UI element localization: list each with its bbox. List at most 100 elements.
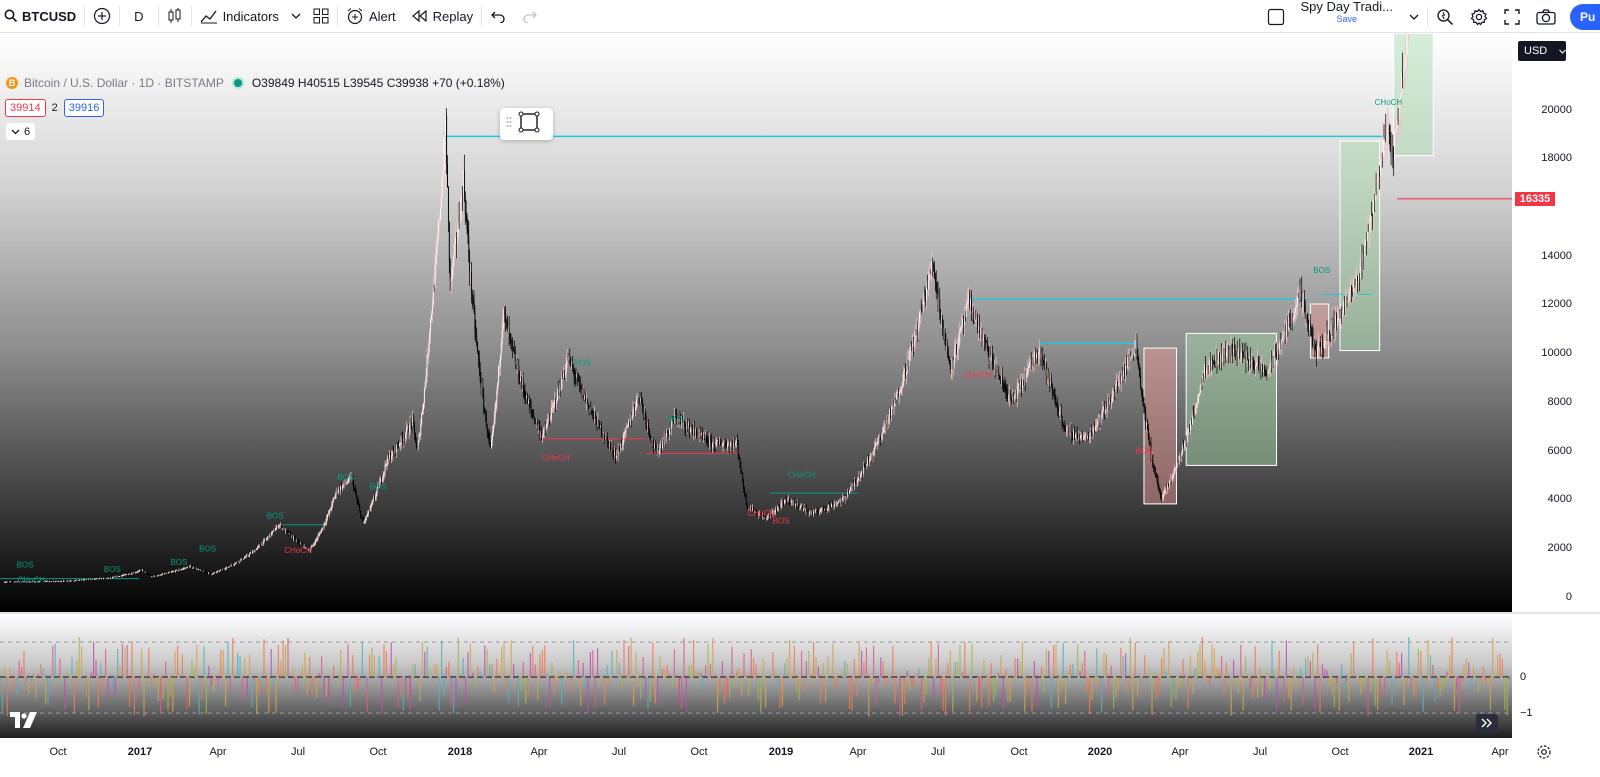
market-status-icon[interactable] [233, 79, 242, 87]
candle-body [413, 416, 415, 424]
candle-body [281, 528, 283, 530]
candle-body [1263, 369, 1265, 371]
interval-button[interactable]: D [120, 0, 157, 33]
candle-body [84, 579, 86, 581]
candle-body [1044, 362, 1046, 364]
publish-button[interactable]: Pu [1570, 3, 1600, 30]
time-axis-label: Apr [1171, 746, 1189, 758]
oscillator-axis[interactable]: 0 −1 [1512, 614, 1600, 738]
sell-price-button[interactable]: 39914 [5, 99, 46, 117]
candle-body [544, 428, 546, 430]
drag-handle-icon[interactable] [506, 115, 512, 133]
candle-body [204, 571, 206, 573]
replay-button[interactable]: Replay [404, 0, 481, 33]
time-axis-label: Oct [49, 746, 67, 758]
snapshot-button[interactable] [1528, 0, 1564, 33]
undo-button[interactable] [482, 0, 514, 33]
candle-body [240, 559, 242, 562]
buy-price-button[interactable]: 39916 [63, 99, 105, 117]
candle-body [1180, 455, 1182, 457]
candle-body [866, 465, 868, 467]
alert-button[interactable]: Alert [338, 0, 404, 33]
candle-body [1373, 199, 1375, 201]
high-label: H [297, 76, 307, 90]
candle-body [838, 501, 840, 503]
zone-rectangle[interactable] [1339, 140, 1381, 352]
candle-body [584, 395, 586, 400]
candle-body [83, 579, 85, 581]
candle-body [721, 445, 723, 447]
indicators-collapse-button[interactable]: 6 [6, 123, 36, 140]
candle-body [1147, 428, 1149, 439]
compare-button[interactable] [85, 0, 119, 33]
quick-search-button[interactable] [1428, 0, 1462, 33]
chart-type-button[interactable] [159, 0, 191, 33]
candle-body [328, 510, 330, 514]
rectangle-tool-icon[interactable] [518, 111, 540, 138]
symbol-search-button[interactable]: BTCUSD [0, 0, 84, 33]
price-chart[interactable]: BOSCHoCHBOSBOSBOSBOSCHoCHBOSBOSCHoCHBOSB… [0, 34, 1512, 612]
candle-body [978, 326, 980, 335]
candle-body [574, 375, 576, 378]
candle-body [286, 530, 288, 532]
main-chart-pane[interactable]: BOS CHoCH BOS BOS BOS BOS CHoCH BOS BOS CHoCH BOS B… [0, 34, 1512, 612]
price-axis[interactable]: USD 20000 18000 14000 12000 10000 8000 6000 400… [1512, 34, 1600, 612]
candle-body [356, 497, 358, 501]
layout-dropdown[interactable] [1401, 0, 1427, 33]
candle-body [391, 450, 393, 457]
candle-body [701, 433, 703, 435]
templates-button[interactable] [305, 0, 337, 33]
candle-body [918, 322, 920, 332]
oscillator-pane[interactable] [0, 614, 1512, 738]
candle-body [1229, 350, 1231, 356]
candle-body [1338, 313, 1340, 319]
candle-body [794, 500, 796, 506]
axis-settings-button[interactable] [1536, 744, 1552, 763]
candle-body [971, 312, 973, 313]
candle-body [357, 500, 359, 504]
indicators-button[interactable]: Indicators [192, 0, 287, 33]
candle-body [854, 482, 856, 486]
layout-name-button[interactable]: Spy Day Tradi... Save [1293, 0, 1401, 33]
indicators-dropdown[interactable] [287, 0, 305, 33]
candle-body [433, 287, 435, 289]
candle-body [178, 569, 180, 571]
candle-body [740, 465, 742, 472]
candle-body [1303, 300, 1305, 305]
candle-body [956, 345, 957, 353]
candle-body [587, 403, 589, 406]
zone-rectangle[interactable] [1393, 34, 1434, 157]
tradingview-logo-icon[interactable] [10, 712, 38, 733]
candle-body [321, 529, 322, 533]
candle-body [588, 405, 590, 411]
candle-body [1249, 356, 1250, 365]
candle-body [654, 444, 656, 448]
candle-body [226, 566, 228, 568]
candle-body [1058, 408, 1060, 415]
candle-body [554, 399, 556, 403]
fullscreen-button[interactable] [1496, 0, 1528, 33]
layout-checkbox[interactable] [1259, 0, 1293, 33]
candle-body [394, 446, 396, 453]
candle-body [1253, 367, 1255, 368]
candle-body [849, 487, 851, 492]
scroll-to-realtime-button[interactable] [1476, 714, 1498, 734]
candle-body [175, 570, 176, 572]
settings-button[interactable] [1462, 0, 1496, 33]
candle-body [493, 418, 495, 426]
currency-selector[interactable]: USD [1518, 41, 1567, 61]
candle-body [1265, 370, 1267, 373]
candle-body [1084, 436, 1086, 437]
redo-button[interactable] [514, 0, 546, 33]
candle-body [1234, 349, 1236, 351]
candle-body [447, 163, 448, 188]
candle-body [913, 340, 915, 347]
candle-body [1316, 347, 1318, 358]
candle-body [355, 492, 357, 498]
candle-body [594, 413, 596, 418]
candle-body [334, 497, 335, 499]
time-axis[interactable]: Oct 2017 Apr Jul Oct 2018 Apr Jul Oct 2019 Apr Jul O… [0, 738, 1600, 777]
symbol-title[interactable]: Bitcoin / U.S. Dollar · 1D · BITSTAMP [24, 76, 224, 90]
structure-marker-label: CHoCH [788, 470, 816, 479]
candle-body [961, 325, 963, 327]
